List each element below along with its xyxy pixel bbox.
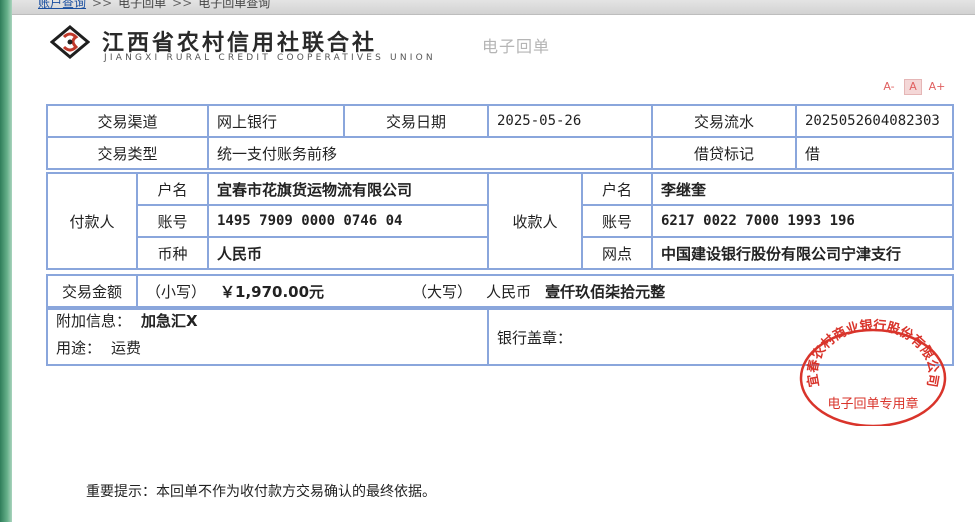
extra-info-cell: 附加信息： 加急汇X 用途： 运费: [46, 308, 489, 366]
font-normal-button[interactable]: A: [904, 79, 922, 95]
payee-name-value: 李继奎: [651, 172, 954, 206]
extra-info-line: 附加信息： 加急汇X: [56, 310, 479, 331]
amount-value-cell: （小写） ￥1,970.00元 （大写） 人民币 壹仟玖佰柒拾元整: [136, 274, 954, 308]
serial-label: 交易流水: [651, 104, 797, 138]
stamp-arc-text: 宜春农村商业银行股份有限公司: [804, 317, 940, 388]
channel-value: 网上银行: [207, 104, 345, 138]
payer-name-label: 户名: [136, 172, 209, 206]
breadcrumb-e-receipt[interactable]: 电子回单: [118, 0, 166, 10]
amount-big-value: 壹仟玖佰柒拾元整: [545, 282, 666, 301]
bank-seal-stamp-icon: 宜春农村商业银行股份有限公司 电子回单专用章: [799, 317, 947, 426]
info-table: 附加信息： 加急汇X 用途： 运费 银行盖章： 宜春农村商业银行股份有限公司 电子回…: [46, 308, 954, 426]
amount-big-currency: 人民币: [486, 282, 532, 301]
purpose-label: 用途：: [56, 339, 102, 357]
amount-big-label: （大写）: [412, 282, 473, 301]
breadcrumb: 账户查询 >> 电子回单 >> 电子回单查询: [38, 0, 270, 11]
payee-branch-value: 中国建设银行股份有限公司宁津支行: [651, 236, 954, 270]
payee-name-label: 户名: [581, 172, 653, 206]
payer-label: 付款人: [46, 172, 138, 270]
breadcrumb-separator: >>: [92, 0, 113, 10]
bank-seal-label: 银行盖章：: [497, 328, 573, 347]
payee-label: 收款人: [487, 172, 583, 270]
breadcrumb-bar: 账户查询 >> 电子回单 >> 电子回单查询: [12, 0, 975, 15]
payee-account-label: 账号: [581, 204, 653, 238]
org-name-en: JIANGXI RURAL CREDIT COOPERATIVES UNION: [104, 53, 436, 63]
payee-account-value: 6217 0022 7000 1993 196: [651, 204, 954, 238]
bank-seal-cell: 银行盖章： 宜春农村商业银行股份有限公司 电子回单专用章: [487, 308, 954, 426]
payer-currency-label: 币种: [136, 236, 209, 270]
table-row: 交易渠道 网上银行 交易日期 2025-05-26 交易流水 202505260…: [46, 104, 954, 138]
font-decrease-button[interactable]: A-: [880, 79, 898, 95]
payer-name-value: 宜春市花旗货运物流有限公司: [207, 172, 489, 206]
breadcrumb-account-query[interactable]: 账户查询: [38, 0, 86, 10]
left-frame-bar: [0, 0, 12, 522]
serial-value: 2025052604082303: [795, 104, 954, 138]
type-value: 统一支付账务前移: [207, 136, 653, 170]
payee-branch-label: 网点: [581, 236, 653, 270]
date-value: 2025-05-26: [487, 104, 653, 138]
payer-currency-value: 人民币: [207, 236, 489, 270]
breadcrumb-separator: >>: [172, 0, 193, 10]
amount-label: 交易金额: [46, 274, 138, 308]
table-row: 交易类型 统一支付账务前移 借贷标记 借: [46, 136, 954, 170]
debit-credit-label: 借贷标记: [651, 136, 797, 170]
table-row: 交易金额 （小写） ￥1,970.00元 （大写） 人民币 壹仟玖佰柒拾元整: [46, 274, 954, 308]
payer-account-value: 1495 7909 0000 0746 04: [207, 204, 489, 238]
party-table: 付款人 户名 宜春市花旗货运物流有限公司 收款人 户名 李继奎 账号 1495 …: [46, 172, 954, 270]
purpose-value: 运费: [111, 339, 142, 357]
table-row: 付款人 户名 宜春市花旗货运物流有限公司 收款人 户名 李继奎: [46, 172, 954, 270]
channel-label: 交易渠道: [46, 104, 209, 138]
important-notice: 重要提示：本回单不作为收付款方交易确认的最终依据。: [86, 484, 436, 500]
receipt-title: 电子回单: [482, 37, 551, 56]
extra-info-value: 加急汇X: [141, 312, 198, 330]
purpose-line: 用途： 运费: [56, 337, 479, 358]
rural-credit-logo-icon: [50, 25, 90, 59]
date-label: 交易日期: [343, 104, 489, 138]
amount-table: 交易金额 （小写） ￥1,970.00元 （大写） 人民币 壹仟玖佰柒拾元整: [46, 274, 954, 308]
stamp-center-text: 电子回单专用章: [827, 396, 918, 412]
amount-small-label: （小写）: [146, 282, 207, 301]
font-size-controls: A- A A+: [880, 79, 946, 95]
type-label: 交易类型: [46, 136, 209, 170]
receipt-table: 交易渠道 网上银行 交易日期 2025-05-26 交易流水 202505260…: [46, 104, 954, 170]
svg-text:宜春农村商业银行股份有限公司: 宜春农村商业银行股份有限公司: [804, 317, 940, 388]
table-row: 附加信息： 加急汇X 用途： 运费 银行盖章： 宜春农村商业银行股份有限公司 电子回…: [46, 308, 954, 426]
extra-info-label: 附加信息：: [56, 312, 132, 330]
receipt-page: 江西省农村信用社联合社 JIANGXI RURAL CREDIT COOPERA…: [12, 15, 975, 522]
payer-account-label: 账号: [136, 204, 209, 238]
breadcrumb-e-receipt-query: 电子回单查询: [198, 0, 271, 10]
amount-small-value: ￥1,970.00元: [220, 282, 325, 301]
font-increase-button[interactable]: A+: [928, 79, 946, 95]
debit-credit-value: 借: [795, 136, 954, 170]
